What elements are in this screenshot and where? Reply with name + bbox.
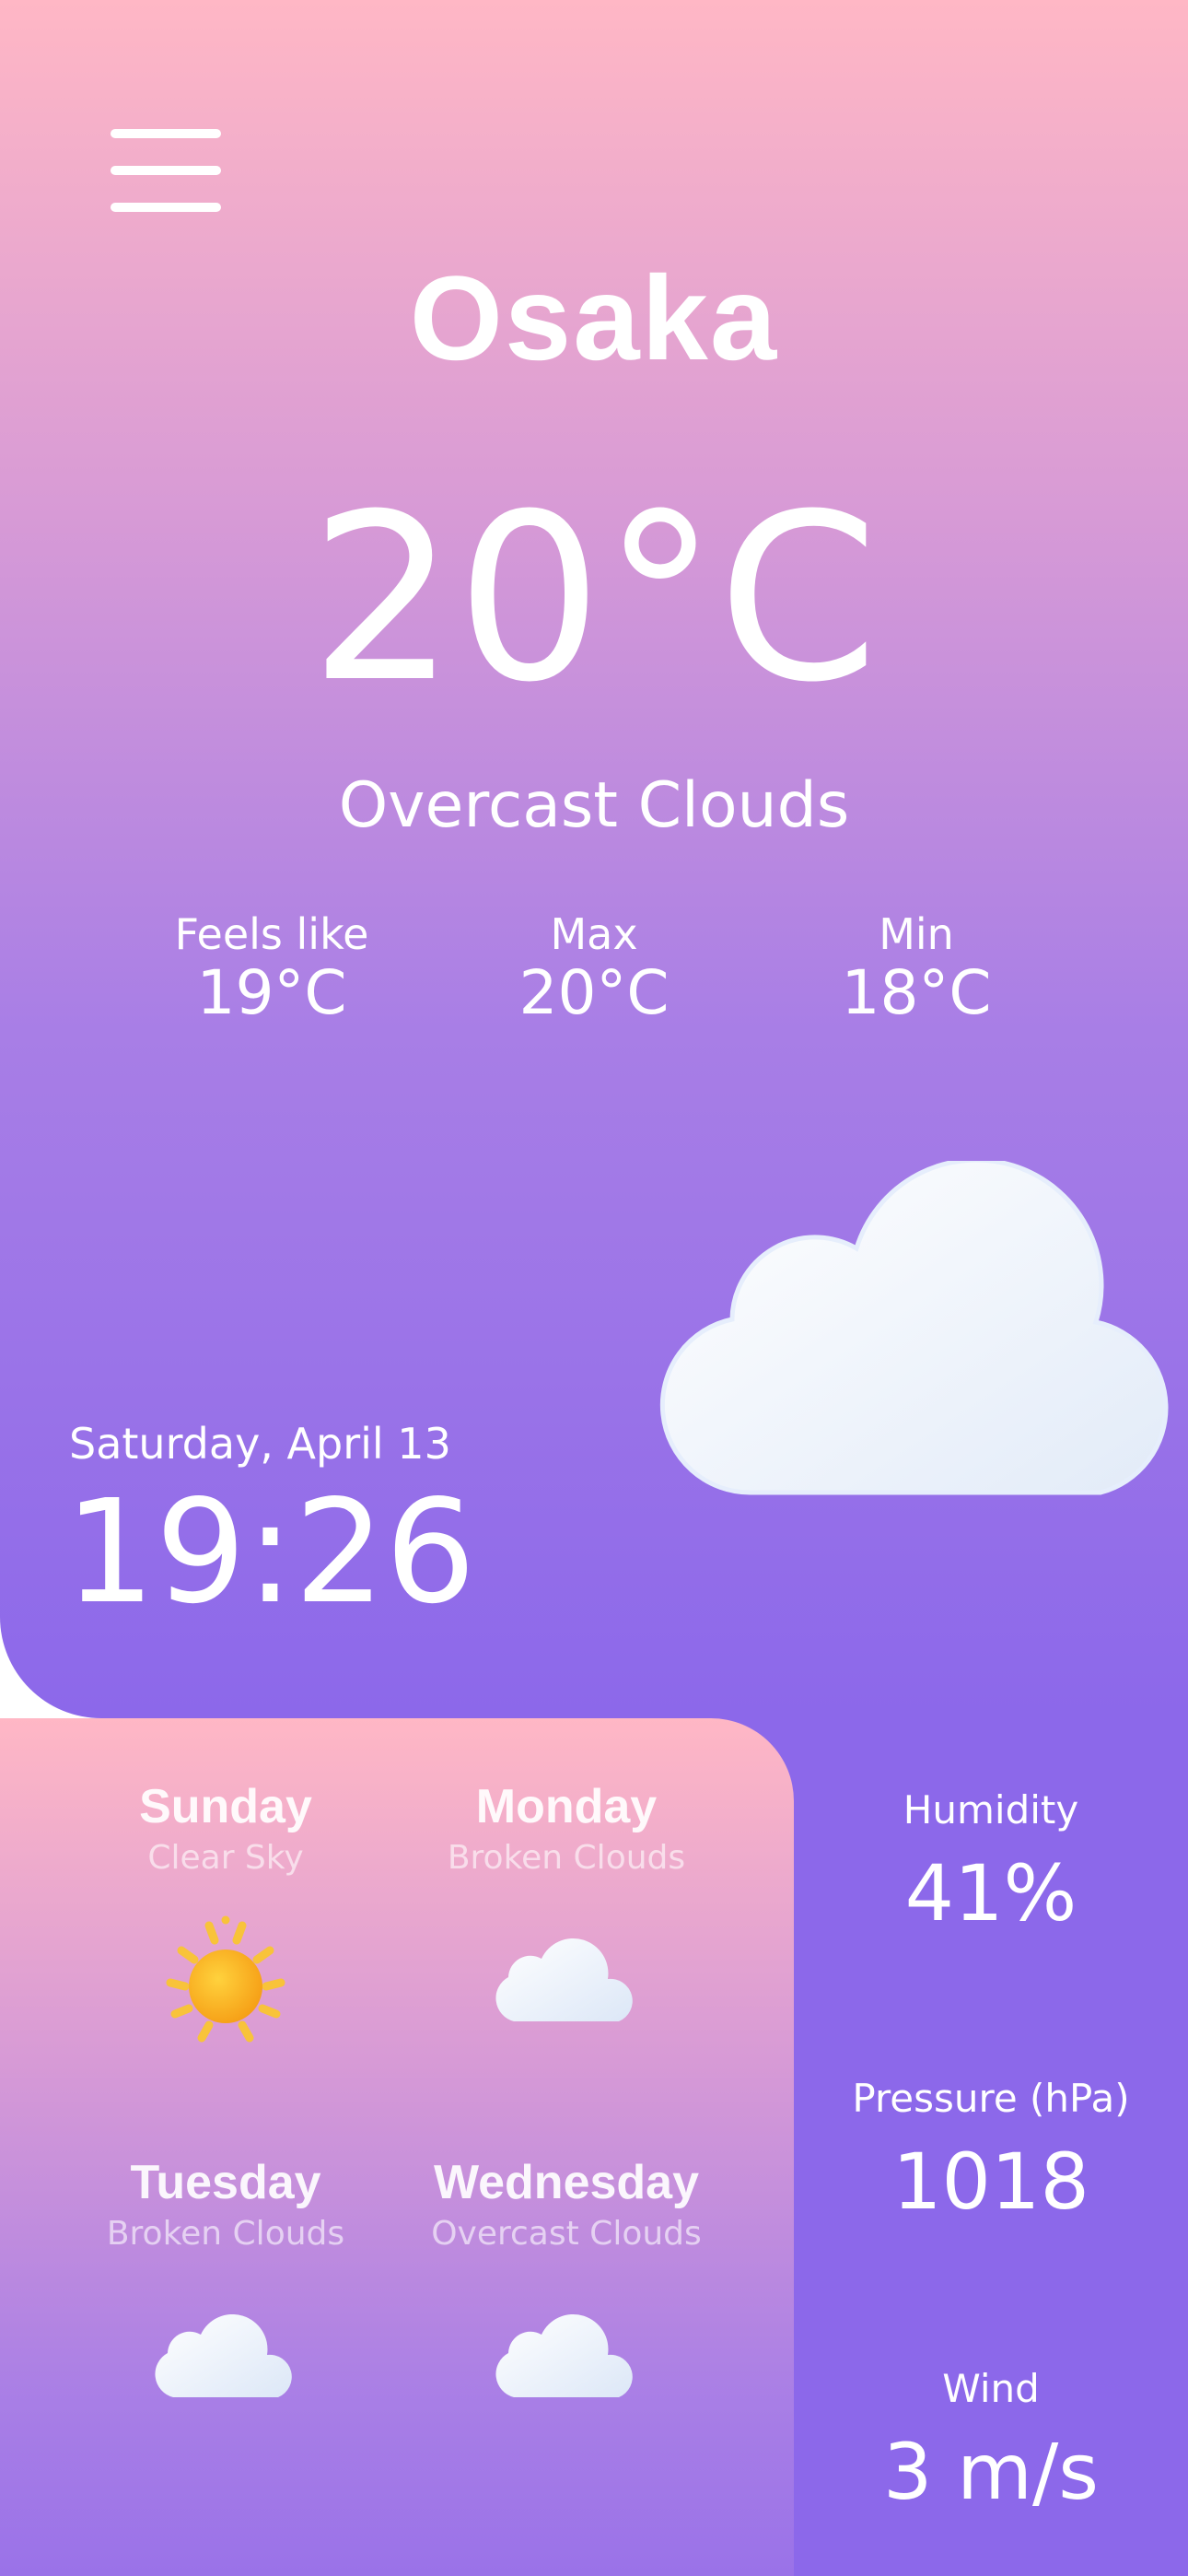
forecast-day-tuesday[interactable]: Tuesday Broken Clouds [51,2154,401,2418]
forecast-day-name: Tuesday [130,2156,321,2209]
max-stat: Max 20°C [447,907,741,1025]
forecast-condition: Broken Clouds [106,2215,345,2253]
forecast-day-name: Wednesday [433,2156,700,2209]
cloud-icon [155,2313,292,2397]
hamburger-menu-icon[interactable] [111,129,226,212]
feels-like-value: 19°C [196,957,347,1028]
current-date: Saturday, April 13 [69,1419,451,1469]
cloud-icon [659,1161,1169,1495]
city-name: Osaka [409,251,779,385]
current-temperature: 20°C [309,464,879,732]
humidity-label: Humidity [903,1787,1079,1832]
cloud-icon [495,1938,633,2021]
wind-value: 3 m/s [882,2427,1100,2517]
pressure-label: Pressure (hPa) [852,2076,1130,2121]
forecast-day-name: Sunday [139,1780,312,1833]
max-value: 20°C [518,957,670,1028]
humidity-value: 41% [904,1848,1077,1938]
forecast-day-sunday[interactable]: Sunday Clear Sky [51,1778,401,2073]
current-condition: Overcast Clouds [338,769,850,842]
forecast-condition: Clear Sky [147,1839,304,1877]
sun-icon [166,1915,285,2043]
cloud-icon [495,2313,633,2397]
feels-like-label: Feels like [174,909,369,959]
min-value: 18°C [841,957,992,1028]
forecast-day-name: Monday [475,1780,658,1833]
forecast-condition: Overcast Clouds [431,2215,702,2253]
current-time: 19:26 [64,1469,476,1635]
feels-like-stat: Feels like 19°C [124,907,419,1025]
humidity-metric: Humidity 41% [794,1785,1188,1939]
forecast-condition: Broken Clouds [447,1839,686,1877]
max-label: Max [550,909,638,959]
min-stat: Min 18°C [769,907,1064,1025]
forecast-day-monday[interactable]: Monday Broken Clouds [391,1778,741,2042]
pressure-value: 1018 [892,2137,1089,2227]
pressure-metric: Pressure (hPa) 1018 [794,2073,1188,2228]
wind-label: Wind [942,2366,1040,2411]
forecast-day-wednesday[interactable]: Wednesday Overcast Clouds [391,2154,741,2418]
wind-metric: Wind 3 m/s [794,2363,1188,2518]
min-label: Min [879,909,954,959]
